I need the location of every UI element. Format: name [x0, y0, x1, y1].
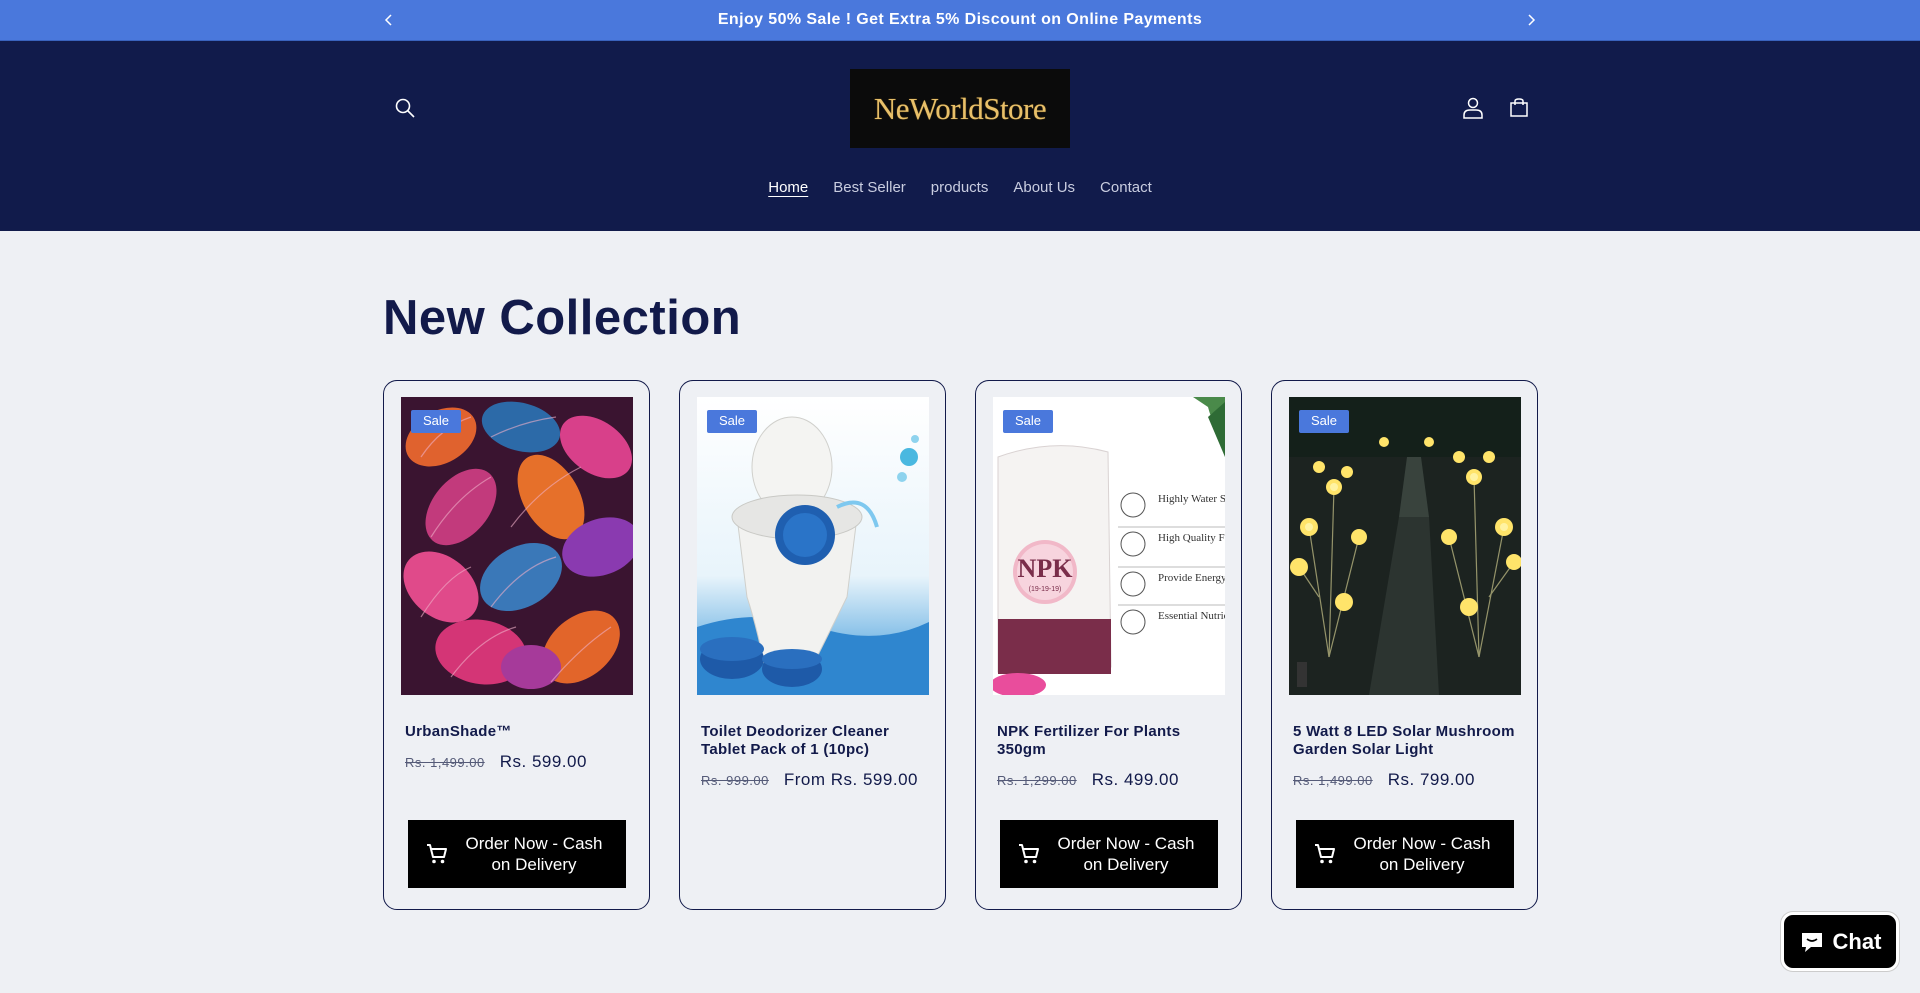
order-now-label: Order Now - Cash on Delivery: [1353, 834, 1491, 874]
product-card[interactable]: NPK (19-19-19) Highly Water Soluble High…: [975, 380, 1242, 910]
npk-feature: High Quality Fertilizer: [1158, 532, 1225, 544]
main-nav: Home Best Seller products About Us Conta…: [0, 176, 1920, 206]
order-now-button[interactable]: Order Now - Cash on Delivery: [1296, 820, 1514, 888]
product-card[interactable]: Sale 5 Watt 8 LED Solar Mushroom Garden …: [1271, 380, 1538, 910]
product-image[interactable]: NPK (19-19-19) Highly Water Soluble High…: [993, 397, 1225, 695]
price-old: Rs. 1,299.00: [997, 773, 1077, 788]
product-title[interactable]: Toilet Deodorizer Cleaner Tablet Pack of…: [701, 723, 931, 759]
product-image[interactable]: [401, 397, 633, 695]
cart-icon: [1019, 844, 1039, 864]
search-icon[interactable]: [387, 90, 423, 126]
npk-feature: Highly Water Soluble: [1158, 493, 1225, 505]
npk-label: NPK: [1018, 554, 1074, 583]
sale-badge: Sale: [1003, 410, 1054, 433]
sale-badge: Sale: [411, 410, 462, 433]
product-image[interactable]: [697, 397, 929, 695]
site-header: NeWorldStore Home Best Seller products A…: [0, 41, 1920, 231]
nav-best-seller[interactable]: Best Seller: [821, 176, 919, 206]
price-new: Rs. 499.00: [1091, 770, 1179, 789]
product-title[interactable]: 5 Watt 8 LED Solar Mushroom Garden Solar…: [1293, 723, 1523, 759]
npk-feature: Provide Energy to Plant: [1158, 572, 1225, 584]
chat-label: Chat: [1832, 928, 1882, 954]
order-now-label: Order Now - Cash on Delivery: [465, 834, 603, 874]
announcement-text: Enjoy 50% Sale ! Get Extra 5% Discount o…: [717, 11, 1203, 28]
product-card[interactable]: Sale UrbanShade™ Rs. 1,499.00 Rs. 599.00…: [383, 380, 650, 910]
product-title[interactable]: NPK Fertilizer For Plants 350gm: [997, 723, 1227, 759]
npk-feature: Essential Nutrients: [1158, 610, 1225, 622]
order-now-button[interactable]: Order Now - Cash on Delivery: [1000, 820, 1218, 888]
price-new: From Rs. 599.00: [783, 770, 918, 789]
price-old: Rs. 1,499.00: [1293, 773, 1373, 788]
account-icon[interactable]: [1455, 90, 1491, 126]
npk-sublabel: (19-19-19): [1029, 586, 1062, 593]
order-now-label: Order Now - Cash on Delivery: [1057, 834, 1195, 874]
chat-bubble-icon: [1801, 932, 1822, 952]
order-now-button[interactable]: Order Now - Cash on Delivery: [408, 820, 626, 888]
price-old: Rs. 999.00: [701, 773, 769, 788]
section-title: New Collection: [383, 291, 742, 345]
price-row: Rs. 1,499.00 Rs. 599.00: [405, 752, 587, 772]
chevron-right-icon[interactable]: [1519, 8, 1543, 32]
nav-contact[interactable]: Contact: [1088, 176, 1165, 206]
price-row: Rs. 1,499.00 Rs. 799.00: [1293, 770, 1475, 790]
cart-icon: [427, 844, 447, 864]
chevron-left-icon[interactable]: [377, 8, 401, 32]
price-row: Rs. 1,299.00 Rs. 499.00: [997, 770, 1179, 790]
sale-badge: Sale: [707, 410, 758, 433]
product-card[interactable]: Sale Toilet Deodorizer Cleaner Tablet Pa…: [679, 380, 946, 910]
store-logo[interactable]: NeWorldStore: [850, 69, 1070, 148]
price-new: Rs. 799.00: [1387, 770, 1475, 789]
cart-icon[interactable]: [1501, 90, 1537, 126]
price-new: Rs. 599.00: [499, 752, 587, 771]
chat-button[interactable]: Chat: [1781, 912, 1899, 971]
logo-text: NeWorldStore: [873, 90, 1047, 126]
nav-home[interactable]: Home: [756, 176, 821, 206]
nav-products[interactable]: products: [918, 176, 1001, 206]
price-row: Rs. 999.00 From Rs. 599.00: [701, 770, 918, 790]
sale-badge: Sale: [1299, 410, 1350, 433]
cart-icon: [1315, 844, 1335, 864]
announcement-bar: Enjoy 50% Sale ! Get Extra 5% Discount o…: [0, 0, 1920, 41]
nav-about-us[interactable]: About Us: [1001, 176, 1088, 206]
product-title[interactable]: UrbanShade™: [405, 723, 635, 741]
product-image[interactable]: [1289, 397, 1521, 695]
price-old: Rs. 1,499.00: [405, 755, 485, 770]
